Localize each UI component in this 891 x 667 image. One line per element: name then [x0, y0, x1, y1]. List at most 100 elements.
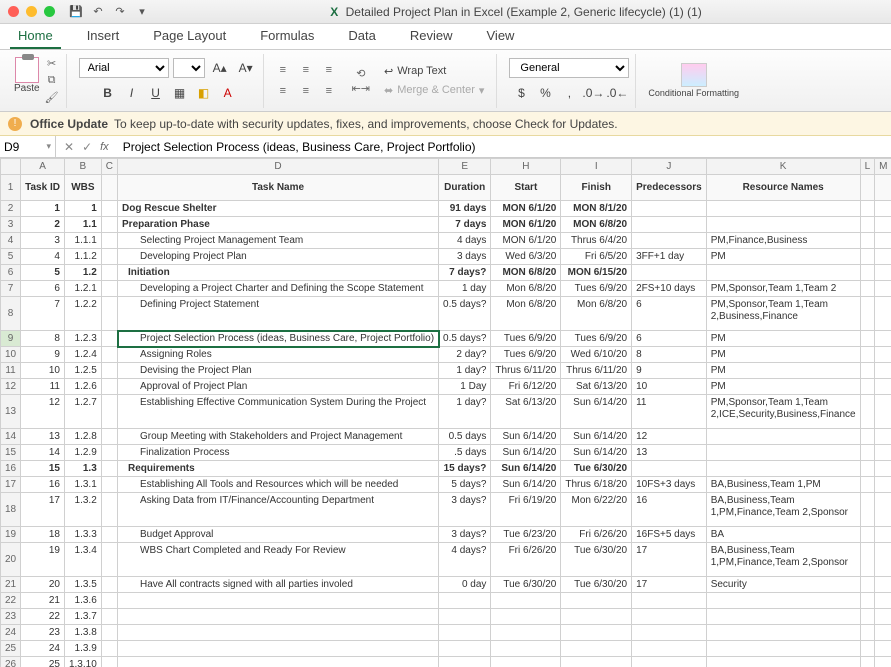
cell-A25[interactable]: 24 [21, 641, 65, 657]
cell-J18[interactable]: 16 [632, 493, 707, 527]
row-header-10[interactable]: 10 [1, 347, 21, 363]
cell-D9[interactable]: Project Selection Process (ideas, Busine… [118, 331, 439, 347]
cell-I21[interactable]: Tue 6/30/20 [561, 577, 632, 593]
cell-K7[interactable]: PM,Sponsor,Team 1,Team 2 [706, 281, 860, 297]
cell-D24[interactable] [118, 625, 439, 641]
cell-D22[interactable] [118, 593, 439, 609]
row-header-19[interactable]: 19 [1, 527, 21, 543]
conditional-formatting-button[interactable]: Conditional Formatting [648, 63, 739, 98]
cell-B9[interactable]: 1.2.3 [64, 331, 101, 347]
row-header-14[interactable]: 14 [1, 429, 21, 445]
cell-I7[interactable]: Tues 6/9/20 [561, 281, 632, 297]
tab-home[interactable]: Home [10, 24, 61, 49]
cell-B26[interactable]: 1.3.10 [64, 657, 101, 667]
cell-L22[interactable] [860, 593, 875, 609]
cell-C25[interactable] [101, 641, 117, 657]
cell-K4[interactable]: PM,Finance,Business [706, 233, 860, 249]
save-icon[interactable]: 💾 [69, 5, 83, 19]
cell-A22[interactable]: 21 [21, 593, 65, 609]
cell-J7[interactable]: 2FS+10 days [632, 281, 707, 297]
row-header-13[interactable]: 13 [1, 395, 21, 429]
cell-J2[interactable] [632, 201, 707, 217]
cell-K22[interactable] [706, 593, 860, 609]
cell-L25[interactable] [860, 641, 875, 657]
tab-formulas[interactable]: Formulas [252, 24, 322, 49]
cell-H7[interactable]: Mon 6/8/20 [491, 281, 561, 297]
cell-E24[interactable] [439, 625, 491, 641]
cell-H21[interactable]: Tue 6/30/20 [491, 577, 561, 593]
cell-I15[interactable]: Sun 6/14/20 [561, 445, 632, 461]
cell-C24[interactable] [101, 625, 117, 641]
increase-indent-icon[interactable]: ⇥ [361, 82, 370, 95]
orientation-icon[interactable]: ⟲ [352, 67, 370, 80]
cell-J19[interactable]: 16FS+5 days [632, 527, 707, 543]
cell-M8[interactable] [875, 297, 891, 331]
decrease-decimal-icon[interactable]: .0← [606, 83, 628, 103]
cell-A6[interactable]: 5 [21, 265, 65, 281]
cell-C15[interactable] [101, 445, 117, 461]
cell-I20[interactable]: Tue 6/30/20 [561, 543, 632, 577]
cell-K14[interactable] [706, 429, 860, 445]
cell-H23[interactable] [491, 609, 561, 625]
row-header-22[interactable]: 22 [1, 593, 21, 609]
row-header-20[interactable]: 20 [1, 543, 21, 577]
comma-icon[interactable]: , [558, 83, 580, 103]
name-box[interactable]: ▾ [0, 136, 56, 157]
cell-J13[interactable]: 11 [632, 395, 707, 429]
cell-A8[interactable]: 7 [21, 297, 65, 331]
row-header-21[interactable]: 21 [1, 577, 21, 593]
cell-B22[interactable]: 1.3.6 [64, 593, 101, 609]
cell-L20[interactable] [860, 543, 875, 577]
column-header-A[interactable]: A [21, 159, 65, 175]
cell-D2[interactable]: Dog Rescue Shelter [118, 201, 439, 217]
cell-M25[interactable] [875, 641, 891, 657]
column-header-E[interactable]: E [439, 159, 491, 175]
cell-E18[interactable]: 3 days? [439, 493, 491, 527]
cell-M18[interactable] [875, 493, 891, 527]
cell-E13[interactable]: 1 day? [439, 395, 491, 429]
cell-D14[interactable]: Group Meeting with Stakeholders and Proj… [118, 429, 439, 445]
cell-K17[interactable]: BA,Business,Team 1,PM [706, 477, 860, 493]
cell-D25[interactable] [118, 641, 439, 657]
cell-H17[interactable]: Sun 6/14/20 [491, 477, 561, 493]
cell-A4[interactable]: 3 [21, 233, 65, 249]
italic-button[interactable]: I [121, 83, 143, 103]
cell-L14[interactable] [860, 429, 875, 445]
cell-J10[interactable]: 8 [632, 347, 707, 363]
cell-A12[interactable]: 11 [21, 379, 65, 395]
cell-H25[interactable] [491, 641, 561, 657]
cell-L9[interactable] [860, 331, 875, 347]
cell-E2[interactable]: 91 days [439, 201, 491, 217]
align-top-icon[interactable] [276, 60, 298, 80]
cell-L17[interactable] [860, 477, 875, 493]
cell-M16[interactable] [875, 461, 891, 477]
row-header-11[interactable]: 11 [1, 363, 21, 379]
column-header-M[interactable]: M [875, 159, 891, 175]
cell-E14[interactable]: 0.5 days [439, 429, 491, 445]
cell-H9[interactable]: Tues 6/9/20 [491, 331, 561, 347]
row-header-1[interactable]: 1 [1, 175, 21, 201]
cell-B13[interactable]: 1.2.7 [64, 395, 101, 429]
cell-D18[interactable]: Asking Data from IT/Finance/Accounting D… [118, 493, 439, 527]
cell-C3[interactable] [101, 217, 117, 233]
cell-H11[interactable]: Thrus 6/11/20 [491, 363, 561, 379]
cell-D10[interactable]: Assigning Roles [118, 347, 439, 363]
cell-B3[interactable]: 1.1 [64, 217, 101, 233]
cell-L4[interactable] [860, 233, 875, 249]
cell-E16[interactable]: 15 days? [439, 461, 491, 477]
cell-C21[interactable] [101, 577, 117, 593]
increase-font-icon[interactable]: A▴ [209, 58, 231, 78]
cell-H10[interactable]: Tues 6/9/20 [491, 347, 561, 363]
cell-L12[interactable] [860, 379, 875, 395]
cell-M10[interactable] [875, 347, 891, 363]
cell-E7[interactable]: 1 day [439, 281, 491, 297]
cell-D19[interactable]: Budget Approval [118, 527, 439, 543]
cell-L19[interactable] [860, 527, 875, 543]
cell-H12[interactable]: Fri 6/12/20 [491, 379, 561, 395]
cell-M12[interactable] [875, 379, 891, 395]
cell-I13[interactable]: Sun 6/14/20 [561, 395, 632, 429]
row-header-16[interactable]: 16 [1, 461, 21, 477]
cell-M17[interactable] [875, 477, 891, 493]
cell-E12[interactable]: 1 Day [439, 379, 491, 395]
cell-D23[interactable] [118, 609, 439, 625]
